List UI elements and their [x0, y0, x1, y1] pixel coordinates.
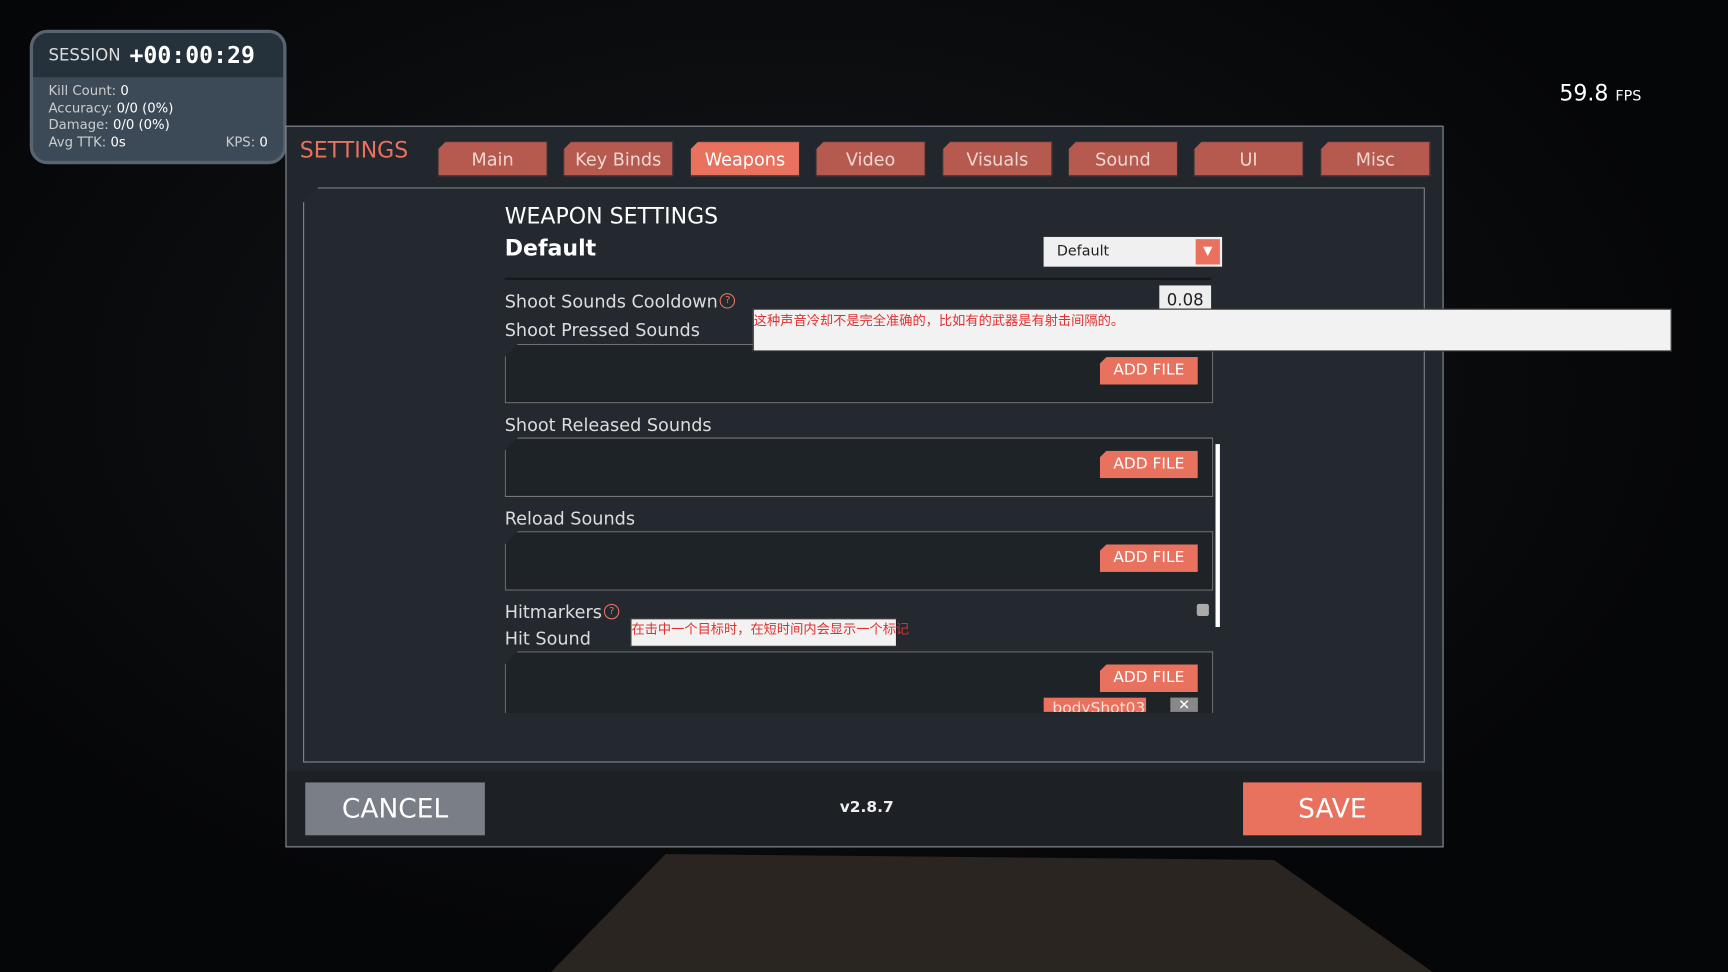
help-icon[interactable]: ?	[604, 603, 620, 620]
settings-title: SETTINGS	[299, 136, 409, 164]
weapon-settings-heading: WEAPON SETTINGS	[504, 202, 719, 230]
session-stats-panel: SESSION +00:00:29 Kill Count: 0 Accuracy:…	[29, 29, 287, 165]
cooldown-label: Shoot Sounds Cooldown?	[505, 291, 736, 312]
add-file-button-hit[interactable]: ADD FILE	[1099, 664, 1198, 693]
game-screen: SESSION +00:00:29 Kill Count: 0 Accuracy:…	[0, 0, 1728, 972]
chevron-down-icon: ▼	[1195, 239, 1220, 265]
session-label: SESSION	[48, 45, 121, 66]
hitmarkers-label: Hitmarkers?	[505, 602, 620, 623]
divider	[504, 277, 1212, 280]
hitmarkers-checkbox[interactable]	[1196, 603, 1209, 617]
hit-sound-file-chip: bodyShot03	[1043, 697, 1165, 712]
tab-misc[interactable]: Misc	[1320, 141, 1431, 177]
tab-weapons[interactable]: Weapons	[689, 141, 801, 177]
pressed-sounds-label: Shoot Pressed Sounds	[504, 319, 700, 341]
tab-main[interactable]: Main	[437, 141, 548, 177]
add-file-button-pressed[interactable]: ADD FILE	[1099, 357, 1198, 385]
kill-count: Kill Count: 0	[48, 82, 129, 99]
save-button[interactable]: SAVE	[1243, 782, 1422, 836]
ttk-kps: Avg TTK: 0s KPS: 0	[48, 133, 268, 150]
tab-sound[interactable]: Sound	[1067, 141, 1179, 177]
profile-name: Default	[504, 234, 597, 262]
remove-file-icon[interactable]: ✕	[1170, 697, 1198, 712]
tab-visuals[interactable]: Visuals	[942, 141, 1053, 177]
damage: Damage: 0/0 (0%)	[48, 116, 170, 133]
tab-key-binds[interactable]: Key Binds	[563, 141, 674, 177]
version-label: v2.8.7	[839, 798, 894, 817]
hit-sound-label: Hit Sound	[504, 628, 591, 650]
fps-counter: 59.8 FPS	[1559, 79, 1642, 106]
add-file-button-released[interactable]: ADD FILE	[1099, 450, 1198, 479]
scrollbar[interactable]	[1215, 444, 1220, 628]
session-time: +00:00:29	[129, 41, 255, 69]
add-file-button-reload[interactable]: ADD FILE	[1099, 544, 1198, 572]
floor-background	[551, 854, 1433, 972]
help-icon[interactable]: ?	[720, 293, 736, 309]
tab-ui[interactable]: UI	[1193, 141, 1304, 177]
cancel-button[interactable]: CANCEL	[305, 782, 485, 836]
cooldown-tooltip: 这种声音冷却不是完全准确的，比如有的武器是有射击间隔的。	[752, 308, 1672, 352]
accuracy: Accuracy: 0/0 (0%)	[48, 99, 174, 116]
reload-sounds-label: Reload Sounds	[504, 508, 636, 529]
cooldown-input[interactable]: 0.08	[1159, 285, 1212, 310]
profile-select[interactable]: Default ▼	[1043, 236, 1223, 267]
hitmarkers-tooltip: 在击中一个目标时，在短时间内会显示一个标记	[630, 618, 909, 647]
tab-video[interactable]: Video	[815, 141, 926, 177]
released-sounds-label: Shoot Released Sounds	[504, 414, 712, 436]
